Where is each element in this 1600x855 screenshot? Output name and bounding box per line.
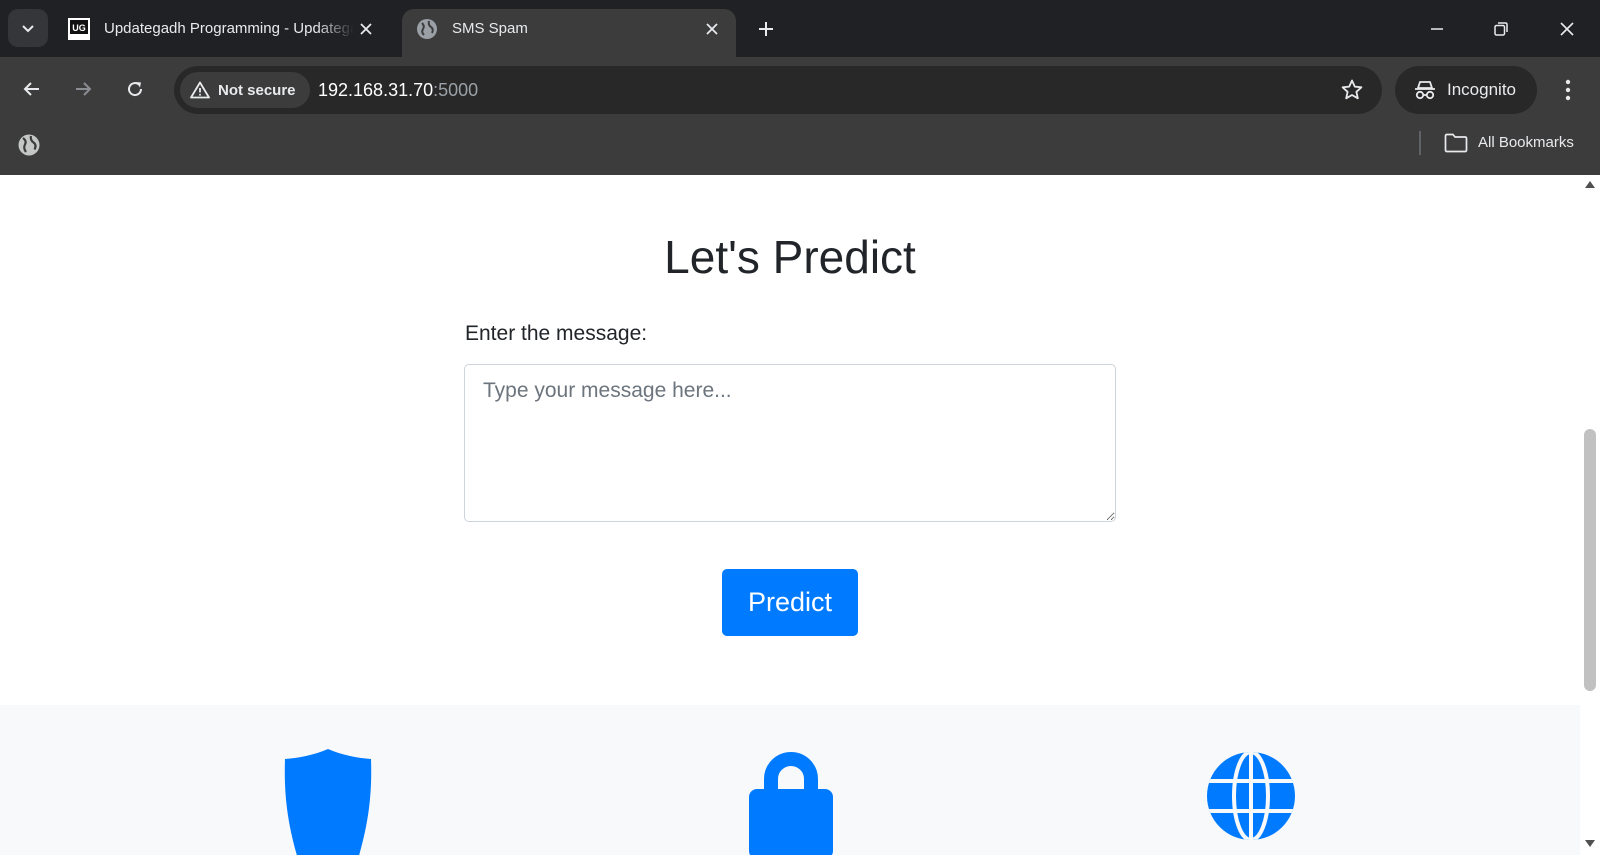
- bookmarks-bar: All Bookmarks: [0, 122, 1600, 175]
- tab-search-button[interactable]: [8, 9, 48, 47]
- star-icon[interactable]: [1340, 78, 1364, 102]
- browser-toolbar: Not secure 192.168.31.70:5000 Incognito: [0, 57, 1600, 122]
- scrollbar-thumb[interactable]: [1584, 429, 1596, 691]
- more-vert-icon: [1565, 79, 1571, 101]
- all-bookmarks-button[interactable]: All Bookmarks: [1444, 132, 1574, 154]
- address-bar[interactable]: Not secure 192.168.31.70:5000: [174, 66, 1382, 114]
- back-button[interactable]: [15, 72, 49, 106]
- restore-icon: [1494, 22, 1508, 36]
- forward-button[interactable]: [66, 72, 100, 106]
- new-tab-button[interactable]: [752, 15, 780, 43]
- tab-strip: UG Updategadh Programming - Updategadh S…: [0, 0, 1600, 57]
- globe-icon: [1207, 752, 1295, 840]
- shield-icon: [284, 749, 372, 855]
- restore-button[interactable]: [1481, 12, 1521, 46]
- globe-icon: [417, 19, 437, 39]
- incognito-icon: [1415, 81, 1435, 100]
- reload-button[interactable]: [118, 72, 152, 106]
- page-scrollbar[interactable]: [1580, 175, 1600, 855]
- plus-icon: [759, 22, 773, 36]
- url-text[interactable]: 192.168.31.70:5000: [318, 79, 478, 101]
- predict-button[interactable]: Predict: [722, 569, 858, 636]
- lock-icon: [749, 752, 833, 855]
- globe-icon[interactable]: [17, 133, 41, 157]
- chevron-down-icon: [22, 25, 34, 33]
- features-section: [0, 705, 1580, 855]
- message-label: Enter the message:: [465, 322, 648, 345]
- scroll-down-icon[interactable]: [1584, 839, 1596, 849]
- folder-icon: [1444, 133, 1468, 153]
- minimize-button[interactable]: [1417, 12, 1457, 46]
- browser-menu-button[interactable]: [1556, 74, 1580, 106]
- url-port: :5000: [433, 80, 479, 100]
- svg-text:UG: UG: [72, 23, 86, 33]
- close-icon[interactable]: [356, 19, 376, 39]
- message-input[interactable]: [464, 364, 1116, 522]
- all-bookmarks-label: All Bookmarks: [1478, 134, 1574, 151]
- tab-updategadh[interactable]: UG Updategadh Programming - Updategadh: [54, 9, 390, 57]
- ug-logo-icon: UG: [68, 18, 90, 40]
- profile-label: Incognito: [1447, 80, 1516, 99]
- tab-sms-spam[interactable]: SMS Spam: [402, 9, 736, 57]
- close-icon[interactable]: [702, 19, 722, 39]
- tab-title: SMS Spam: [452, 20, 528, 37]
- security-label: Not secure: [218, 81, 296, 99]
- reload-icon: [128, 82, 143, 97]
- arrow-right-icon: [76, 82, 92, 96]
- url-host: 192.168.31.70: [318, 80, 434, 100]
- page-title: Let's Predict: [664, 231, 916, 283]
- scroll-up-icon[interactable]: [1584, 179, 1596, 189]
- close-window-button[interactable]: [1547, 12, 1587, 46]
- page-viewport: Let's Predict Enter the message: Predict: [0, 175, 1580, 855]
- incognito-button[interactable]: Incognito: [1395, 66, 1537, 114]
- bookmarks-divider: [1419, 131, 1421, 155]
- arrow-left-icon: [23, 82, 39, 96]
- tab-title: Updategadh Programming - Updategadh: [104, 20, 354, 37]
- site-info-chip[interactable]: Not secure: [180, 72, 310, 108]
- close-icon: [1560, 22, 1574, 36]
- warning-icon: [190, 81, 210, 99]
- minimize-icon: [1431, 28, 1443, 30]
